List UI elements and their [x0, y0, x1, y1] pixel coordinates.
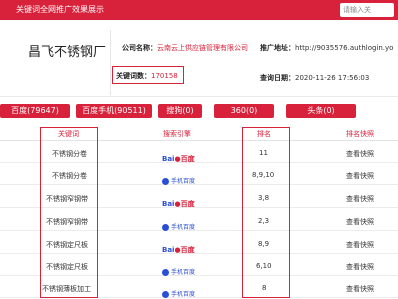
snapshot-link[interactable]: 查看快照: [346, 217, 374, 227]
query-date-field: 查询日期：2020-11-26 17:56:03: [260, 74, 370, 82]
baidu-logo-icon: Bai●百度: [162, 155, 195, 163]
snapshot-link[interactable]: 查看快照: [346, 284, 374, 294]
tab-360[interactable]: 360(0): [214, 104, 274, 118]
baidu-mobile-logo-icon: 手机百度: [162, 214, 202, 231]
rank-column-highlight: [242, 127, 290, 298]
company-panel: 昌飞不锈钢厂 公司名称：云南云上供应链管理有限公司 推广地址：http://90…: [0, 30, 398, 95]
tab-toutiao[interactable]: 头条(0): [286, 104, 356, 118]
baidu-mobile-logo-icon: 手机百度: [162, 281, 202, 298]
promo-address-field: 推广地址：http://9035576.authlogin.yo: [260, 44, 394, 52]
keyword-column-highlight: [40, 127, 98, 298]
snapshot-link[interactable]: 查看快照: [346, 149, 374, 159]
page-title: 关键词全网推广效果展示: [16, 5, 104, 14]
snapshot-link[interactable]: 查看快照: [346, 240, 374, 250]
baidu-mobile-logo-icon: 手机百度: [162, 259, 202, 276]
baidu-logo-icon: Bai●百度: [162, 246, 195, 254]
snapshot-link[interactable]: 查看快照: [346, 194, 374, 204]
top-bar: 关键词全网推广效果展示 请输入关: [0, 0, 398, 20]
snapshot-link[interactable]: 查看快照: [346, 171, 374, 181]
keyword-count-field: 关键词数：170158: [116, 72, 178, 80]
snapshot-link[interactable]: 查看快照: [346, 262, 374, 272]
baidu-mobile-logo-icon: 手机百度: [162, 168, 202, 185]
divider: [0, 96, 398, 97]
engine-tabs: 百度(79647) 百度手机(90511) 搜狗(0) 360(0) 头条(0): [0, 104, 398, 118]
baidu-logo-icon: Bai●百度: [162, 200, 195, 208]
divider: [110, 30, 111, 95]
tab-baidu[interactable]: 百度(79647): [0, 104, 70, 118]
tab-sogou[interactable]: 搜狗(0): [158, 104, 202, 118]
tab-baidu-mobile[interactable]: 百度手机(90511): [76, 104, 152, 118]
company-name-field: 公司名称：云南云上供应链管理有限公司: [122, 44, 248, 52]
header-engine: 搜索引擎: [163, 130, 191, 138]
company-name: 昌飞不锈钢厂: [28, 45, 107, 60]
header-snapshot: 排名快照: [346, 130, 374, 138]
search-input[interactable]: 请输入关: [340, 3, 394, 17]
